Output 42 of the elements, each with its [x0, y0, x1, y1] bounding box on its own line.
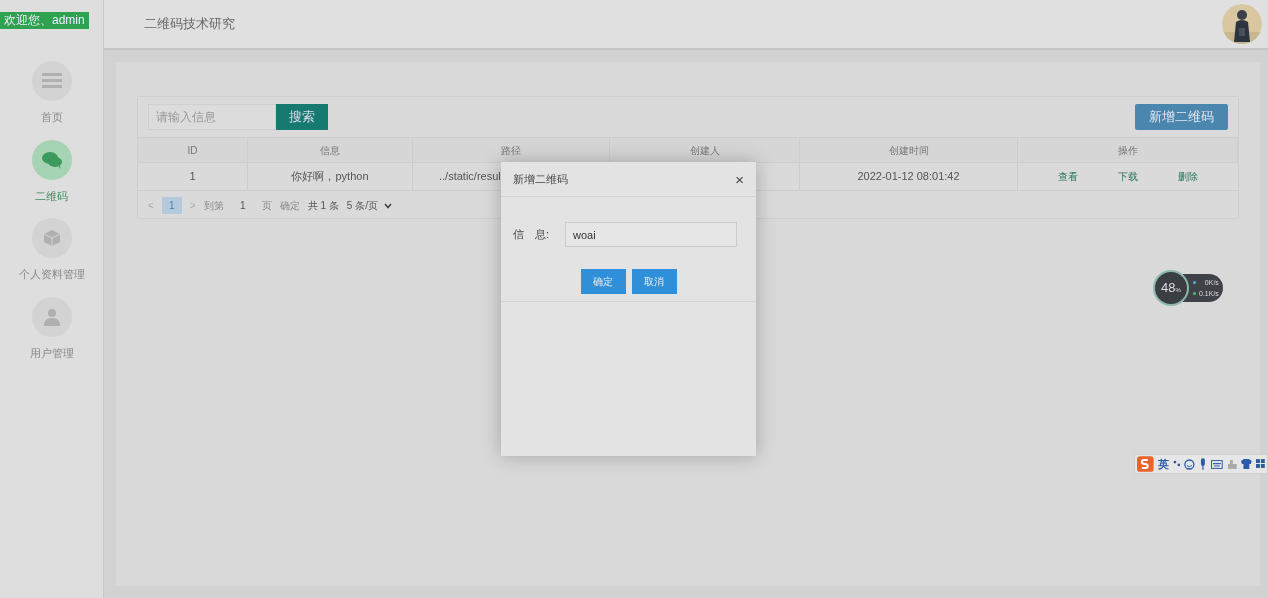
page-unit: 页	[261, 199, 272, 213]
page-size-select[interactable]: 5 条/页	[346, 198, 392, 213]
action-link[interactable]: 下载	[1118, 169, 1138, 184]
keyboard-icon[interactable]	[1211, 459, 1223, 469]
page-button[interactable]: 1	[161, 197, 182, 214]
page-title: 二维码技术研究	[144, 15, 235, 34]
search-field[interactable]: 请输入信息	[148, 104, 276, 130]
field-label: 信 息:	[513, 227, 551, 243]
goto-label: 到第	[203, 199, 224, 213]
cube-icon	[42, 229, 61, 247]
ime-logo-icon	[1137, 456, 1154, 472]
table-cell-text: ../static/resul	[439, 169, 501, 185]
grid-icon[interactable]	[1256, 459, 1265, 469]
next-page-button[interactable]: >	[189, 198, 196, 213]
confirm-button[interactable]: 确定	[580, 269, 626, 294]
user-icon	[43, 307, 60, 326]
welcome-badge: 欢迎您、admin	[0, 12, 89, 29]
caret-icon	[383, 202, 392, 209]
table-cell-text: 你好啊，python	[291, 169, 369, 185]
total-count: 共 1 条	[307, 199, 339, 213]
search-button[interactable]: 搜索	[276, 104, 328, 130]
add-button[interactable]: 新增二维码	[1135, 104, 1228, 130]
table-cell-text: 2022-01-12 08:01:42	[857, 169, 960, 185]
percent-text: 48	[1161, 279, 1176, 298]
page-number-field[interactable]: 1	[231, 198, 254, 213]
dialog-title: 新增二维码	[513, 171, 568, 187]
list-icon	[41, 73, 62, 89]
punctuation-icon[interactable]	[1172, 459, 1181, 469]
confirm-button[interactable]: 确定	[279, 198, 300, 213]
action-link[interactable]: 删除	[1178, 169, 1198, 184]
chat-bubbles-icon	[40, 150, 63, 169]
nav-item[interactable]: 个人资料管理	[18, 218, 85, 283]
close-button[interactable]: ×	[735, 171, 744, 187]
info-field[interactable]: woai	[565, 222, 737, 247]
table-cell-text: 1	[189, 169, 196, 185]
action-link[interactable]: 查看	[1058, 169, 1078, 184]
cancel-button[interactable]: 取消	[631, 269, 677, 294]
ime-mode[interactable]: 英	[1157, 455, 1169, 473]
microphone-icon[interactable]	[1199, 458, 1207, 470]
prev-page-button[interactable]: <	[148, 198, 154, 213]
emoji-icon[interactable]	[1184, 458, 1196, 470]
shirt-icon[interactable]	[1241, 459, 1253, 469]
